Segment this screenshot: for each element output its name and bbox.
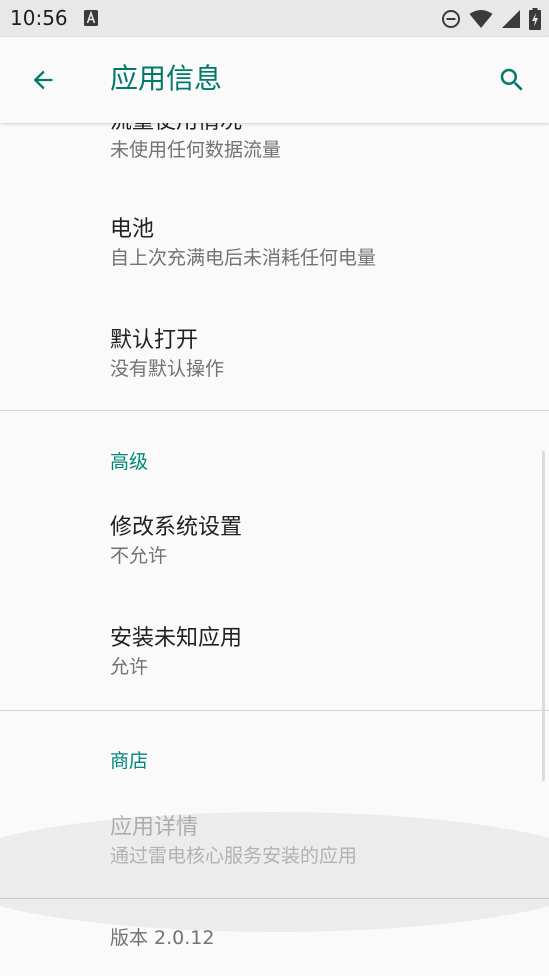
- arrow-back-icon: [33, 70, 53, 90]
- search-icon: [500, 68, 523, 91]
- divider: [0, 710, 549, 711]
- item-summary: 允许: [110, 656, 149, 678]
- app-info-screen: 10:56 应用信息 未使用任何数据流量 电池 自上次充满电后未消耗任何电量 默…: [0, 0, 549, 976]
- list-item-install-unknown-apps[interactable]: 安装未知应用 允许: [110, 624, 530, 680]
- category-header-store: 商店: [110, 750, 149, 772]
- item-title: 修改系统设置: [110, 515, 243, 540]
- item-title: 默认打开: [110, 328, 199, 353]
- item-summary: 自上次充满电后未消耗任何电量: [110, 247, 377, 269]
- battery-charging-icon: [529, 8, 541, 30]
- scrollbar[interactable]: [542, 451, 545, 781]
- item-title: 电池: [110, 217, 155, 242]
- back-button[interactable]: [22, 59, 64, 101]
- page-title: 应用信息: [110, 62, 223, 95]
- app-bar: 应用信息: [0, 37, 549, 123]
- status-icons: [433, 7, 541, 31]
- list-item-open-by-default[interactable]: 默认打开 没有默认操作: [110, 326, 530, 382]
- a-notification-icon: [84, 10, 98, 26]
- overscroll-glow: [0, 812, 549, 932]
- wifi-icon: [469, 10, 493, 28]
- status-bar: 10:56: [0, 0, 549, 37]
- divider: [0, 410, 549, 411]
- do-not-disturb-icon: [442, 10, 460, 28]
- category-header-advanced: 高级: [110, 451, 149, 473]
- list-item-modify-system-settings[interactable]: 修改系统设置 不允许: [110, 513, 530, 569]
- search-button[interactable]: [491, 59, 533, 101]
- list-item-battery[interactable]: 电池 自上次充满电后未消耗任何电量: [110, 215, 530, 271]
- item-title: 安装未知应用: [110, 626, 243, 651]
- list-item-data-usage[interactable]: 流量使用情况 未使用任何数据流量: [110, 123, 530, 163]
- item-summary: 没有默认操作: [110, 358, 225, 380]
- item-summary: 未使用任何数据流量: [110, 139, 282, 161]
- item-summary: 不允许: [110, 545, 168, 567]
- item-title: 流量使用情况: [110, 123, 530, 137]
- cell-signal-icon: [502, 10, 520, 28]
- status-time: 10:56: [10, 6, 68, 30]
